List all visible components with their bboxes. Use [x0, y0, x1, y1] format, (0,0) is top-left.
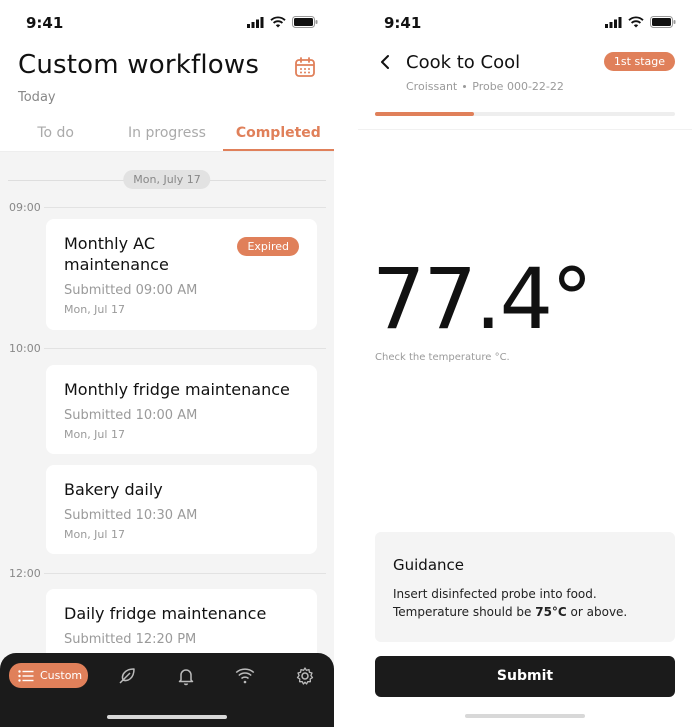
card-date: Mon, Jul 17 [64, 428, 125, 441]
tab-completed[interactable]: Completed [222, 114, 334, 151]
page-subtitle: Today [18, 90, 56, 105]
gear-icon[interactable] [295, 666, 315, 686]
home-indicator [465, 714, 585, 718]
card-title: Bakery daily [64, 480, 163, 499]
temperature-hint: Check the temperature °C. [375, 352, 510, 363]
guidance-line-2-prefix: Temperature should be [393, 605, 536, 619]
time-label: 10:00 [9, 342, 41, 355]
workflow-title: Cook to Cool [406, 52, 521, 73]
card-title: Daily fridge maintenance [64, 604, 267, 623]
tab-in-progress[interactable]: In progress [111, 114, 222, 151]
guidance-panel: Guidance Insert disinfected probe into f… [375, 532, 675, 642]
time-label: 12:00 [9, 567, 41, 580]
status-tabs: To do In progress Completed [0, 114, 334, 152]
wifi-status-icon [270, 16, 286, 28]
workflows-screen: 9:41 Custom workflows Today To do In pro… [0, 0, 334, 727]
page-title: Custom workflows [18, 50, 260, 80]
battery-icon [650, 16, 676, 28]
date-pill: Mon, July 17 [123, 170, 211, 189]
meta-item: Croissant [406, 80, 458, 93]
meta-probe: Probe 000-22-22 [472, 80, 564, 93]
card-date: Mon, Jul 17 [64, 528, 125, 541]
card-title: Monthly fridge maintenance [64, 380, 290, 399]
cook-to-cool-screen: 9:41 Cook to Cool 1st stage Croissant Pr… [358, 0, 692, 727]
time-divider [44, 573, 326, 574]
wifi-status-icon [628, 16, 644, 28]
feather-icon[interactable] [117, 666, 137, 686]
bottom-nav: Custom [0, 653, 334, 727]
card-title: Monthly AC [64, 234, 155, 253]
card-title-line2: maintenance [64, 255, 169, 274]
card-submitted: Submitted 10:00 AM [64, 408, 198, 423]
workflow-feed[interactable]: Mon, July 17 09:00 Monthly AC maintenanc… [0, 152, 334, 727]
wifi-icon[interactable] [235, 666, 255, 686]
status-time: 9:41 [384, 14, 422, 32]
time-divider [44, 207, 326, 208]
status-bar: 9:41 [358, 0, 692, 44]
calendar-icon[interactable] [294, 56, 316, 78]
meta-separator [463, 85, 467, 88]
expired-badge: Expired [237, 237, 299, 256]
status-bar: 9:41 [0, 0, 334, 44]
signal-icon [605, 16, 622, 28]
guidance-title: Guidance [393, 556, 464, 574]
stage-badge: 1st stage [603, 52, 675, 71]
stage-progress-bar [375, 112, 675, 116]
workflow-meta: Croissant Probe 000-22-22 [406, 80, 564, 93]
card-submitted: Submitted 09:00 AM [64, 283, 198, 298]
submit-button[interactable]: Submit [375, 656, 675, 697]
card-submitted: Submitted 12:20 PM [64, 632, 197, 647]
list-icon [18, 669, 34, 682]
workflow-card[interactable]: Bakery daily Submitted 10:30 AM Mon, Jul… [46, 465, 317, 554]
status-time: 9:41 [26, 14, 64, 32]
signal-icon [247, 16, 264, 28]
guidance-threshold: 75°C [535, 605, 567, 619]
chevron-left-icon[interactable] [378, 54, 392, 70]
header-divider [358, 129, 692, 130]
time-label: 09:00 [9, 201, 41, 214]
bell-icon[interactable] [176, 666, 196, 686]
workflow-card[interactable]: Monthly fridge maintenance Submitted 10:… [46, 365, 317, 454]
guidance-line-1: Insert disinfected probe into food. [393, 587, 597, 601]
time-divider [44, 348, 326, 349]
guidance-line-2-suffix: or above. [566, 605, 628, 619]
battery-icon [292, 16, 318, 28]
card-submitted: Submitted 10:30 AM [64, 508, 198, 523]
workflow-card[interactable]: Monthly AC maintenance Expired Submitted… [46, 219, 317, 330]
nav-custom-label: Custom [40, 669, 83, 682]
status-icons [247, 16, 318, 28]
stage-progress-fill [375, 112, 474, 116]
card-date: Mon, Jul 17 [64, 303, 125, 316]
temperature-reading: 77.4° [372, 250, 593, 348]
tab-to-do[interactable]: To do [0, 114, 111, 151]
date-separator: Mon, July 17 [8, 170, 326, 190]
home-indicator [107, 715, 227, 719]
guidance-line-2: Temperature should be 75°C or above. [393, 605, 627, 619]
status-icons [605, 16, 676, 28]
nav-custom-button[interactable]: Custom [9, 663, 88, 688]
